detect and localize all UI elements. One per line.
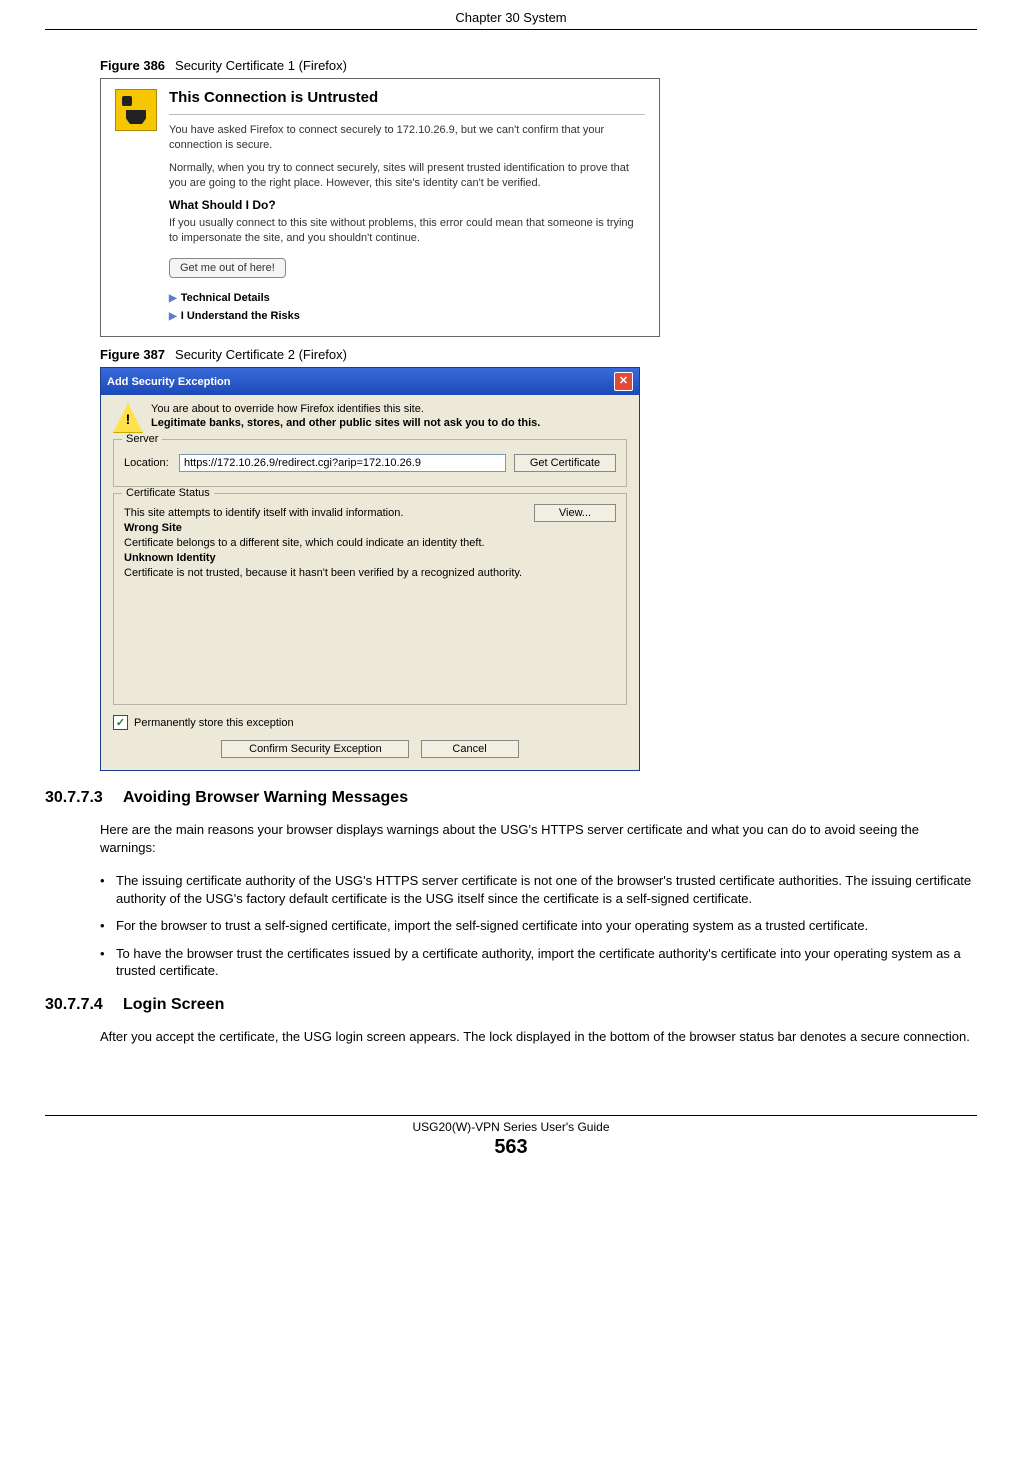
unknown-identity-heading: Unknown Identity (124, 552, 616, 564)
location-label: Location: (124, 457, 179, 469)
figure-387-dialog: Add Security Exception ✕ You are about t… (100, 367, 640, 771)
header-rule (45, 29, 977, 30)
figure-387-label: Figure 387 (100, 347, 165, 362)
section-title: Avoiding Browser Warning Messages (123, 789, 408, 806)
section1-intro: Here are the main reasons your browser d… (100, 821, 977, 856)
section-number: 30.7.7.4 (45, 996, 123, 1014)
close-button[interactable]: ✕ (614, 372, 633, 391)
confirm-security-exception-button[interactable]: Confirm Security Exception (221, 740, 409, 758)
server-legend: Server (122, 433, 162, 445)
footer-rule (45, 1115, 977, 1116)
permanently-store-checkbox[interactable]: ✓ (113, 715, 128, 730)
footer-page-number: 563 (45, 1136, 977, 1159)
server-groupbox: Server Location: Get Certificate (113, 439, 627, 487)
dialog-title: Add Security Exception (107, 376, 230, 388)
figure-386-box: This Connection is Untrusted You have as… (100, 78, 660, 337)
footer-guide-title: USG20(W)-VPN Series User's Guide (45, 1120, 977, 1134)
unknown-identity-text: Certificate is not trusted, because it h… (124, 567, 616, 579)
get-me-out-button[interactable]: Get me out of here! (169, 258, 286, 278)
get-certificate-button[interactable]: Get Certificate (514, 454, 616, 472)
list-item: For the browser to trust a self-signed c… (100, 917, 977, 935)
chevron-right-icon: ▶ (169, 293, 177, 304)
view-button[interactable]: View... (534, 504, 616, 522)
what-should-i-do-heading: What Should I Do? (169, 198, 645, 212)
section2-paragraph: After you accept the certificate, the US… (100, 1028, 977, 1046)
list-item: The issuing certificate authority of the… (100, 872, 977, 907)
figure-387-text: Security Certificate 2 (Firefox) (175, 347, 347, 362)
location-input[interactable] (179, 454, 506, 472)
cancel-button[interactable]: Cancel (421, 740, 519, 758)
certificate-status-legend: Certificate Status (122, 487, 214, 499)
close-icon: ✕ (619, 376, 628, 387)
figure-386-label: Figure 386 (100, 58, 165, 73)
technical-details-disclosure[interactable]: ▶Technical Details (169, 292, 645, 304)
figure-387-caption: Figure 387 Security Certificate 2 (Firefo… (100, 347, 977, 362)
chevron-right-icon: ▶ (169, 311, 177, 322)
wrong-site-heading: Wrong Site (124, 522, 616, 534)
chapter-header: Chapter 30 System (45, 10, 977, 29)
section-heading-30-7-7-4: 30.7.7.4Login Screen (45, 996, 977, 1014)
untrusted-title: This Connection is Untrusted (169, 89, 645, 106)
figure-386-caption: Figure 386 Security Certificate 1 (Firefo… (100, 58, 977, 73)
warning-triangle-icon (113, 403, 143, 433)
untrusted-p3: If you usually connect to this site with… (169, 216, 645, 246)
wrong-site-text: Certificate belongs to a different site,… (124, 537, 616, 549)
override-warning-line1: You are about to override how Firefox id… (151, 403, 540, 415)
override-warning-line2: Legitimate banks, stores, and other publ… (151, 417, 540, 429)
untrusted-p2: Normally, when you try to connect secure… (169, 161, 645, 191)
section-number: 30.7.7.3 (45, 789, 123, 807)
untrusted-p1: You have asked Firefox to connect secure… (169, 123, 645, 153)
figure-386-text: Security Certificate 1 (Firefox) (175, 58, 347, 73)
section-title: Login Screen (123, 996, 224, 1013)
warning-badge-icon (115, 89, 157, 131)
dialog-titlebar: Add Security Exception ✕ (101, 368, 639, 395)
permanently-store-label: Permanently store this exception (134, 717, 294, 729)
list-item: To have the browser trust the certificat… (100, 945, 977, 980)
understand-risks-disclosure[interactable]: ▶I Understand the Risks (169, 310, 645, 322)
section1-bullet-list: The issuing certificate authority of the… (100, 872, 977, 980)
certificate-status-groupbox: Certificate Status View... This site att… (113, 493, 627, 705)
section-heading-30-7-7-3: 30.7.7.3Avoiding Browser Warning Message… (45, 789, 977, 807)
